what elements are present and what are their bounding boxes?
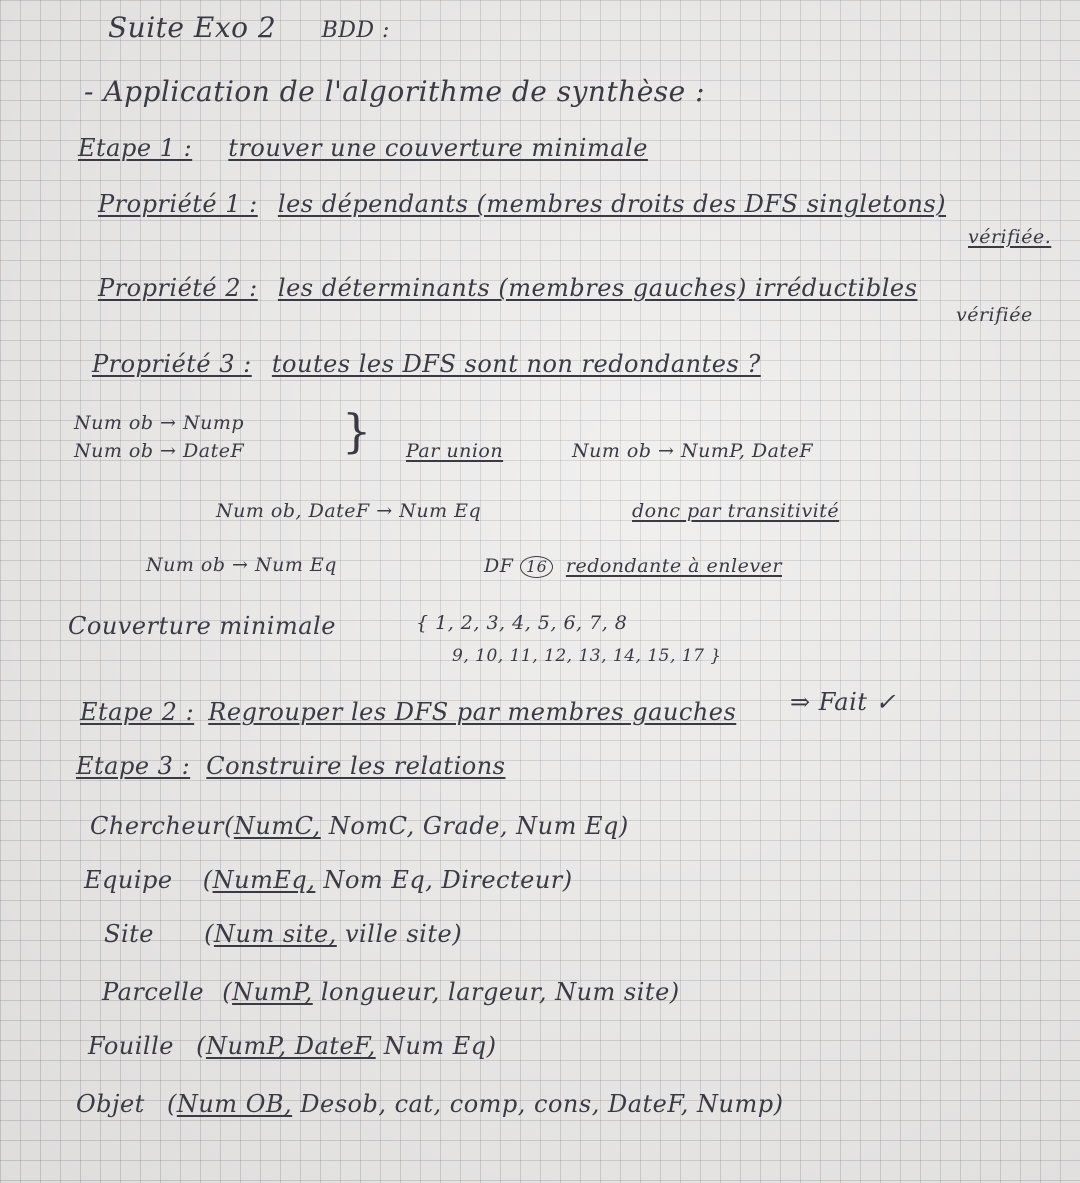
df-note: redondante à enlever [565,555,782,577]
union-label: Par union [406,440,504,462]
relation-key: NumP, [232,978,313,1006]
relation-paren: ( [202,866,213,894]
prop3-line: Propriété 3 : toutes les DFS sont non re… [92,352,761,376]
relation-chercheur: Chercheur(NumC, NomC, Grade, Num Eq) [90,814,629,838]
relation-objet: Objet (Num OB, Desob, cat, comp, cons, D… [76,1092,783,1116]
relation-paren: ( [196,1032,206,1060]
prop1-text: les dépendants (membres droits des DFS s… [277,190,947,218]
relation-name: Objet [76,1090,145,1118]
prop2-text: les déterminants (membres gauches) irréd… [277,274,918,302]
relation-attributes: Desob, cat, comp, cons, DateF, Nump) [300,1090,784,1118]
etape3-line: Etape 3 : Construire les relations [76,754,505,778]
couverture-set-row1: { 1, 2, 3, 4, 5, 6, 7, 8 [416,612,628,634]
etape2-line: Etape 2 : Regrouper les DFS par membres … [80,700,736,724]
relation-key: Num OB, [176,1090,293,1118]
relation-paren: ( [222,978,233,1006]
prop3-label: Propriété 3 : [92,350,252,378]
derivation-line-1: Num ob → Nump [74,412,245,434]
relation-paren: ( [204,920,214,948]
prop2-note: vérifiée [956,304,1033,326]
prop1-note: vérifiée. [968,226,1052,248]
transitivity-right: donc par transitivité [632,500,840,522]
etape2-text: Regrouper les DFS par membres gauches [208,698,737,726]
etape1-label: Etape 1 : [78,134,193,162]
derivation-line-2: Num ob → DateF [74,440,245,462]
relation-key: NumEq, [212,866,316,894]
relation-attributes: NomC, Grade, Num Eq) [328,812,629,840]
relation-name: Fouille [88,1032,174,1060]
relation-fouille: Fouille (NumP, DateF, Num Eq) [88,1034,496,1058]
transitivity-left: Num ob, DateF → Num Eq [216,500,482,522]
relation-name: Equipe [84,866,173,894]
prop1-label: Propriété 1 : [98,190,258,218]
relation-name: Site [104,920,154,948]
etape2-label: Etape 2 : [80,698,195,726]
relation-attributes: longueur, largeur, Num site) [320,978,680,1006]
relation-key: NumP, DateF, [206,1032,376,1060]
prop1-line: Propriété 1 : les dépendants (membres dr… [98,192,946,216]
prop2-label: Propriété 2 : [98,274,258,302]
df-label: DF [484,555,514,577]
couverture-set-row2: 9, 10, 11, 12, 13, 14, 15, 17 } [452,646,722,666]
union-result: Num ob → NumP, DateF [572,440,814,462]
prop3-text: toutes les DFS sont non redondantes ? [271,350,761,378]
etape1-text: trouver une couverture minimale [228,134,648,162]
df-redondante: DF 16 redondante à enlever [484,556,782,578]
etape2-result: ⇒ Fait ✓ [790,688,897,716]
relation-attributes: ville site) [344,920,463,948]
relation-attributes: Num Eq) [383,1032,497,1060]
relation-key: NumC, [233,812,321,840]
etape3-text: Construire les relations [206,752,506,780]
intro-line: - Application de l'algorithme de synthès… [84,75,706,108]
title-text: Suite Exo 2 [108,11,277,44]
prop2-line: Propriété 2 : les déterminants (membres … [98,276,917,300]
etape3-label: Etape 3 : [76,752,191,780]
relation-site: Site (Num site, ville site) [104,922,462,946]
relation-paren: ( [224,812,234,840]
relation-paren: ( [166,1090,177,1118]
relation-parcelle: Parcelle (NumP, longueur, largeur, Num s… [102,980,680,1004]
derivation-result: Num ob → Num Eq [146,554,337,576]
notes-title: Suite Exo 2 BDD : [108,14,390,42]
etape1-line: Etape 1 : trouver une couverture minimal… [78,136,648,160]
df-number-circle: 16 [519,556,554,578]
relation-name: Chercheur [90,812,225,840]
couverture-label: Couverture minimale [68,612,336,640]
relation-name: Parcelle [102,978,205,1006]
subject-text: BDD : [321,18,390,43]
relation-attributes: Nom Eq, Directeur) [323,866,573,894]
relation-key: Num site, [213,920,337,948]
union-brace: } [342,404,372,458]
relation-equipe: Equipe (NumEq, Nom Eq, Directeur) [84,868,573,892]
